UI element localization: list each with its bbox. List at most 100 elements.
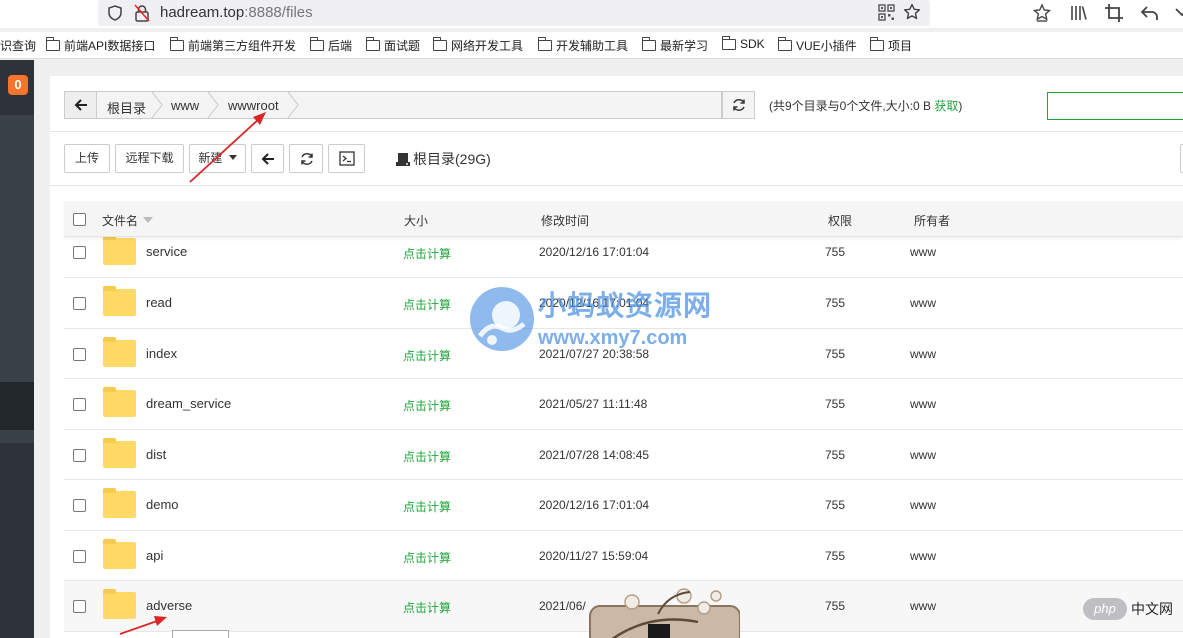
- header-owner[interactable]: 所有者: [914, 212, 950, 229]
- table-row[interactable]: api 点击计算 2020/11/27 15:59:04 755 www: [64, 530, 1183, 581]
- library-icon[interactable]: [1068, 3, 1088, 23]
- table-row[interactable]: index 点击计算 2021/07/27 20:38:58 755 www: [64, 328, 1183, 379]
- calculate-size-link[interactable]: 点击计算: [403, 397, 451, 414]
- path-back-button[interactable]: [65, 92, 97, 118]
- bookmark-folder-8[interactable]: SDK: [722, 35, 765, 51]
- terminal-button[interactable]: [328, 144, 365, 173]
- notification-badge[interactable]: 0: [8, 75, 28, 95]
- table-row[interactable]: demo 点击计算 2020/12/16 17:01:04 755 www: [64, 480, 1183, 531]
- file-name[interactable]: dist: [146, 447, 166, 462]
- calculate-size-link[interactable]: 点击计算: [403, 498, 451, 515]
- row-checkbox[interactable]: [73, 499, 86, 512]
- owner[interactable]: www: [910, 347, 936, 361]
- sidebar-item-files-active[interactable]: [0, 382, 34, 430]
- back-button[interactable]: [251, 144, 284, 173]
- screenshot-crop-icon[interactable]: [1104, 3, 1124, 23]
- header-permission[interactable]: 权限: [828, 212, 852, 229]
- pocket-icon[interactable]: [1032, 3, 1052, 23]
- url-path: :8888/files: [244, 4, 313, 21]
- owner[interactable]: www: [910, 599, 936, 613]
- owner[interactable]: www: [910, 448, 936, 462]
- path-refresh-button[interactable]: [722, 91, 755, 119]
- bookmark-folder-4[interactable]: 面试题: [366, 37, 420, 54]
- header-name[interactable]: 文件名: [102, 212, 154, 229]
- permission[interactable]: 755: [825, 347, 845, 361]
- header-size[interactable]: 大小: [404, 212, 428, 229]
- permission[interactable]: 755: [825, 448, 845, 462]
- qr-code-icon[interactable]: [878, 4, 895, 21]
- permission[interactable]: 755: [825, 245, 845, 259]
- breadcrumb-wwwroot[interactable]: wwwroot: [228, 98, 279, 113]
- calculate-size-link[interactable]: 点击计算: [403, 347, 451, 364]
- bookmark-folder-3[interactable]: 后端: [310, 37, 352, 54]
- table-row[interactable]: dream_service 点击计算 2021/05/27 11:11:48 7…: [64, 379, 1183, 430]
- calculate-size-link[interactable]: 点击计算: [403, 245, 451, 262]
- calculate-size-link[interactable]: 点击计算: [403, 599, 451, 616]
- row-checkbox[interactable]: [73, 549, 86, 563]
- permission[interactable]: 755: [825, 599, 845, 613]
- file-name[interactable]: read: [146, 295, 172, 310]
- url-host: hadream.top: [160, 4, 245, 21]
- row-checkbox[interactable]: [73, 246, 86, 259]
- bookmark-folder-7[interactable]: 最新学习: [642, 37, 708, 54]
- calculate-size-link[interactable]: 点击计算: [403, 296, 451, 313]
- file-search-input[interactable]: [1047, 92, 1183, 120]
- calculate-size-link[interactable]: 点击计算: [403, 448, 451, 465]
- permission[interactable]: 755: [825, 397, 845, 411]
- browser-toolbar: hadream.top:8888/files: [0, 0, 1183, 28]
- upload-button[interactable]: 上传: [64, 144, 110, 173]
- bookmark-star-icon[interactable]: [903, 3, 921, 21]
- row-checkbox[interactable]: [73, 600, 86, 613]
- owner[interactable]: www: [910, 549, 936, 563]
- row-checkbox[interactable]: [73, 398, 86, 411]
- permission[interactable]: 755: [825, 296, 845, 310]
- owner[interactable]: www: [910, 245, 936, 259]
- disk-selector[interactable]: 根目录(29G): [396, 149, 491, 169]
- row-checkbox[interactable]: [73, 297, 86, 310]
- row-checkbox[interactable]: [73, 448, 86, 462]
- bookmark-folder-10[interactable]: 项目: [870, 37, 912, 54]
- breadcrumb-root[interactable]: 根目录: [107, 98, 146, 117]
- permission[interactable]: 755: [825, 498, 845, 512]
- file-name[interactable]: dream_service: [146, 396, 231, 411]
- address-bar[interactable]: hadream.top:8888/files: [98, 0, 930, 26]
- refresh-button[interactable]: [289, 144, 323, 173]
- undo-icon[interactable]: [1140, 3, 1160, 23]
- file-table-header: 文件名 大小 修改时间 权限 所有者: [64, 201, 1183, 237]
- bookmark-label: 后端: [328, 39, 353, 53]
- new-dropdown-button[interactable]: 新建: [189, 144, 246, 173]
- remote-download-button[interactable]: 远程下载: [115, 144, 184, 173]
- bookmark-folder-5[interactable]: 网络开发工具: [433, 37, 523, 54]
- bookmark-folder-9[interactable]: VUE小插件: [778, 37, 857, 54]
- insecure-lock-icon[interactable]: [134, 4, 150, 22]
- owner[interactable]: www: [910, 498, 936, 512]
- overflow-menu-icon[interactable]: [1172, 3, 1183, 23]
- file-name[interactable]: index: [146, 346, 177, 361]
- owner[interactable]: www: [910, 296, 936, 310]
- file-name[interactable]: adverse: [146, 598, 192, 613]
- breadcrumb-www[interactable]: www: [171, 98, 199, 113]
- path-breadcrumb-bar[interactable]: 根目录 www wwwroot: [64, 91, 722, 119]
- file-name[interactable]: service: [146, 244, 187, 259]
- table-row[interactable]: read 点击计算 2020/12/16 17:01:04 755 www: [64, 278, 1183, 329]
- file-name[interactable]: api: [146, 548, 163, 563]
- refresh-icon: [733, 99, 745, 111]
- permission[interactable]: 755: [825, 549, 845, 563]
- row-checkbox[interactable]: [73, 347, 86, 361]
- file-name[interactable]: demo: [146, 497, 179, 512]
- bookmark-folder-2[interactable]: 前端第三方组件开发: [170, 37, 296, 54]
- header-mtime[interactable]: 修改时间: [541, 212, 589, 229]
- bookmark-folder-1[interactable]: 前端API数据接口: [46, 37, 155, 54]
- bottom-popup-tab[interactable]: [172, 630, 229, 638]
- select-all-checkbox[interactable]: [73, 213, 86, 226]
- owner[interactable]: www: [910, 397, 936, 411]
- bookmark-folder-6[interactable]: 开发辅助工具: [538, 37, 628, 54]
- terminal-icon: [339, 151, 355, 166]
- bookmark-item-0[interactable]: 识查询: [0, 37, 36, 54]
- url-text[interactable]: hadream.top:8888/files: [160, 4, 313, 21]
- calculate-size-link[interactable]: 点击计算: [403, 549, 451, 566]
- table-row[interactable]: service 点击计算 2020/12/16 17:01:04 755 www: [64, 236, 1183, 278]
- table-row[interactable]: dist 点击计算 2021/07/28 14:08:45 755 www: [64, 429, 1183, 480]
- shield-icon[interactable]: [108, 5, 122, 21]
- calculate-size-link[interactable]: 获取: [934, 99, 958, 113]
